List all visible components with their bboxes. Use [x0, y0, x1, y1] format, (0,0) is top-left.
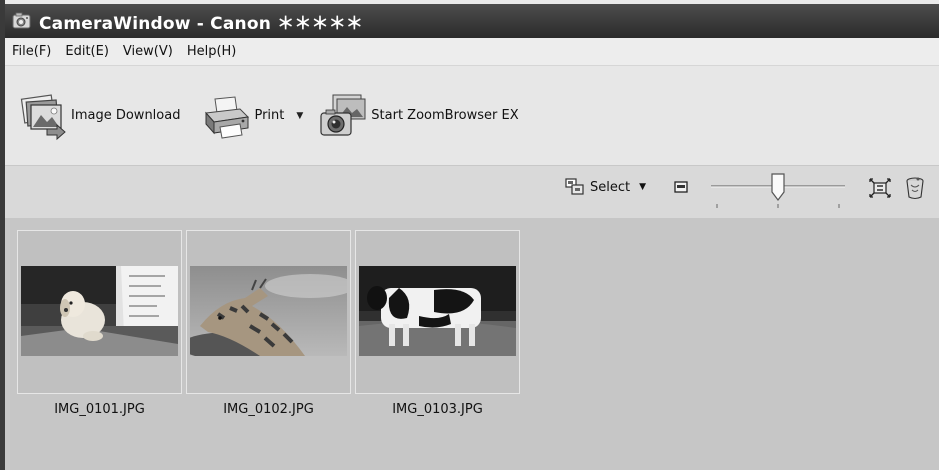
menu-bar: File(F) Edit(E) View(V) Help(H)	[5, 38, 939, 66]
thumbnail-card[interactable]	[355, 230, 520, 394]
slider-thumb[interactable]	[771, 173, 785, 201]
menu-file[interactable]: File(F)	[5, 44, 58, 59]
print-label: Print	[254, 108, 285, 123]
view-bar: Select ▼	[5, 166, 939, 218]
title-bar[interactable]: CameraWindow - Canon ＊＊＊＊＊	[5, 0, 939, 38]
main-toolbar: Image Download Print ▼ Start ZoomBrowser…	[5, 66, 939, 166]
thumbnail-filename: IMG_0102.JPG	[223, 402, 314, 417]
thumbnail-card[interactable]	[186, 230, 351, 394]
camera-window-app-icon[interactable]	[11, 10, 33, 32]
cow-photo	[359, 266, 516, 356]
camera-window: CameraWindow - Canon ＊＊＊＊＊ File(F) Edit(…	[0, 0, 939, 470]
select-button[interactable]: Select ▼	[565, 178, 646, 196]
print-dropdown-arrow-icon[interactable]: ▼	[296, 111, 303, 121]
image-download-label: Image Download	[71, 108, 181, 123]
thumbnail-size-slider[interactable]	[709, 172, 847, 212]
thumbnail-filename: IMG_0101.JPG	[54, 402, 145, 417]
thumbnail-area: IMG_0101.JPG IMG_0102.JPG IMG_0103.JPG	[5, 218, 939, 470]
window-title: CameraWindow - Canon ＊＊＊＊＊	[39, 13, 364, 34]
image-download-button[interactable]: Image Download	[17, 86, 180, 146]
small-thumbnail-icon[interactable]	[674, 181, 688, 193]
thumbnail-filename: IMG_0103.JPG	[392, 402, 483, 417]
menu-edit[interactable]: Edit(E)	[58, 44, 116, 59]
print-button[interactable]: Print ▼	[200, 86, 305, 146]
trash-icon[interactable]	[904, 176, 926, 200]
menu-view[interactable]: View(V)	[116, 44, 180, 59]
image-download-icon	[17, 91, 69, 141]
printer-icon	[200, 91, 252, 141]
start-zoombrowser-button[interactable]: Start ZoomBrowser EX	[317, 86, 519, 146]
start-zoombrowser-label: Start ZoomBrowser EX	[371, 108, 519, 123]
fit-screen-icon[interactable]	[869, 178, 891, 198]
thumbnail-card[interactable]	[17, 230, 182, 394]
zoombrowser-icon	[317, 91, 369, 141]
puppy-photo	[21, 266, 178, 356]
menu-help[interactable]: Help(H)	[180, 44, 244, 59]
select-icon	[565, 178, 585, 196]
giraffe-photo	[190, 266, 347, 356]
select-label: Select	[590, 179, 631, 195]
select-dropdown-arrow-icon[interactable]: ▼	[639, 182, 646, 192]
